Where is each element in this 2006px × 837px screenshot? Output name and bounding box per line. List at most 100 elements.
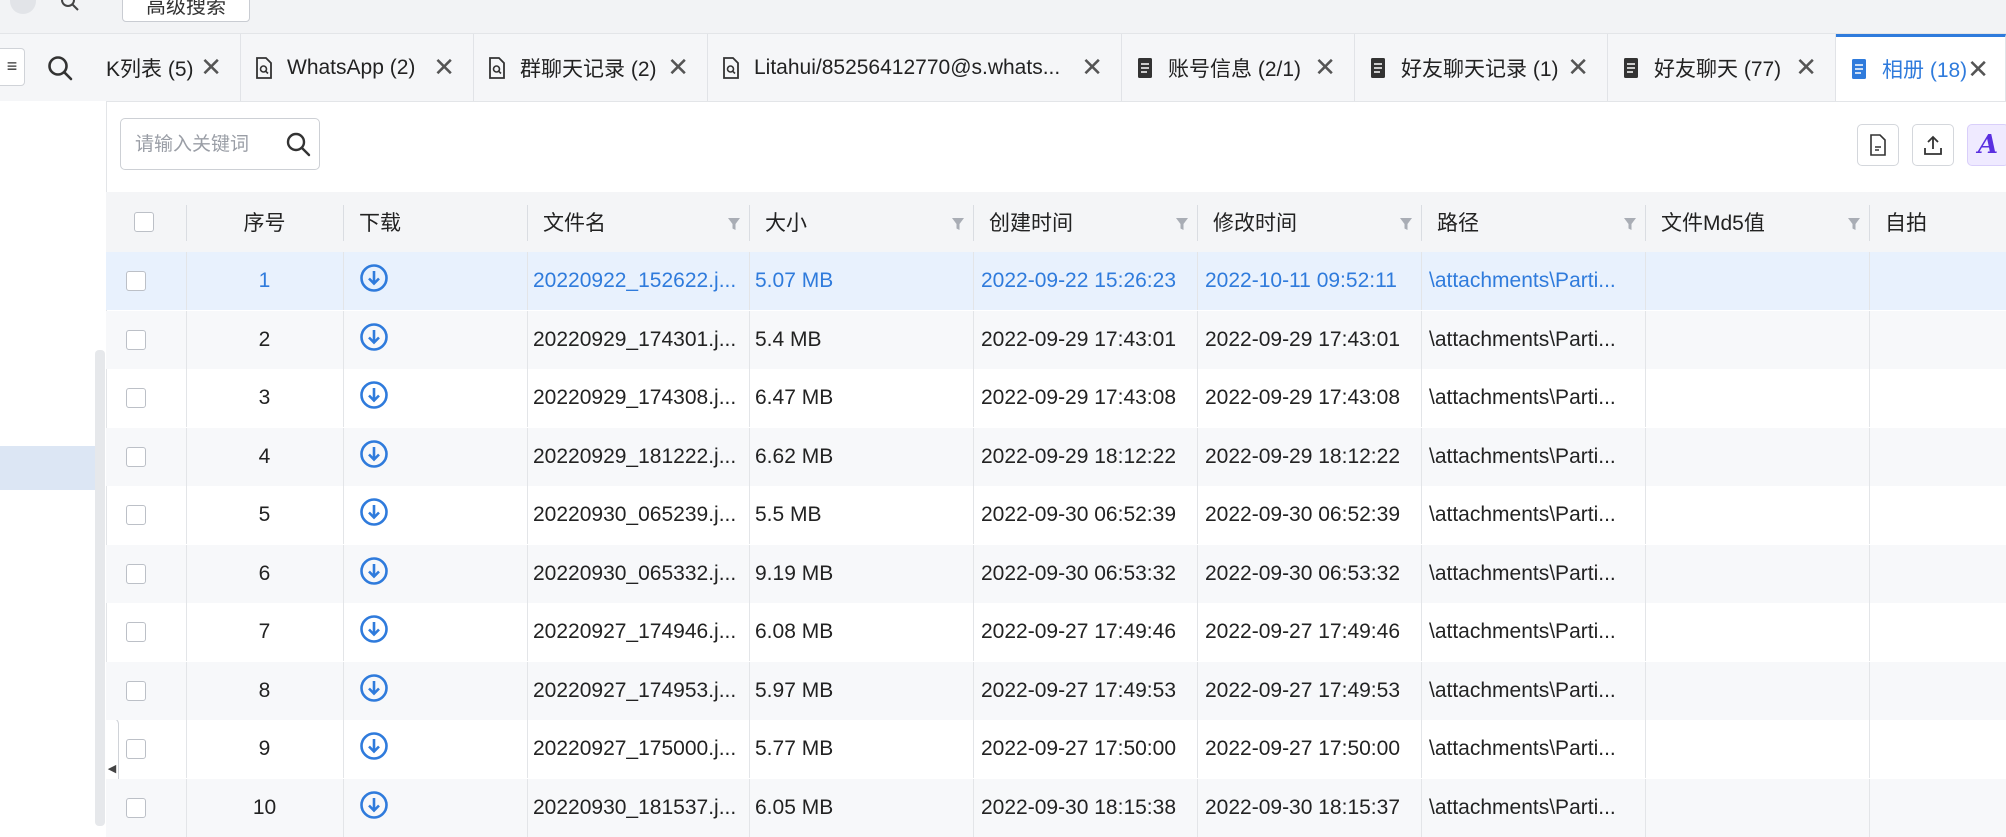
cell-modified: 2022-09-27 17:49:46 [1205, 620, 1400, 643]
cell-divider [1421, 369, 1422, 427]
download-icon[interactable] [359, 497, 389, 533]
tab-1[interactable]: K列表 (5) ✕ [96, 34, 241, 101]
filter-icon[interactable] [1847, 214, 1861, 238]
row-checkbox[interactable] [126, 622, 146, 642]
column-header-path[interactable]: 路径 [1421, 192, 1645, 252]
column-header-dl[interactable]: 下载 [343, 192, 527, 252]
download-icon[interactable] [359, 790, 389, 826]
tab-search-icon[interactable] [46, 54, 74, 82]
search-icon[interactable] [285, 131, 311, 157]
tab-2[interactable]: WhatsApp (2) ✕ [241, 34, 474, 101]
row-checkbox[interactable] [126, 680, 146, 701]
cell-selfie [1869, 369, 2006, 427]
cell-divider [749, 310, 750, 369]
cell-divider [186, 544, 187, 603]
cell-size: 5.77 MB [755, 737, 834, 760]
cell-divider [1197, 720, 1198, 778]
font-style-button[interactable]: A [1967, 124, 2006, 166]
close-icon[interactable]: ✕ [1314, 52, 1336, 83]
cell-idx: 3 [258, 386, 271, 409]
column-header-modified[interactable]: 修改时间 [1197, 192, 1421, 252]
download-icon[interactable] [359, 263, 389, 299]
table-row[interactable]: 5 20220930_065239.j... 5.5 MB 2022-09-30 06… [106, 486, 2006, 544]
tab-6[interactable]: 好友聊天记录 (1) ✕ [1355, 34, 1608, 101]
row-checkbox[interactable] [126, 329, 146, 350]
table-row[interactable]: 2 20220929_174301.j... 5.4 MB 2022-09-29 17… [106, 310, 2006, 369]
row-checkbox[interactable] [126, 505, 146, 525]
cell-selfie [1869, 428, 2006, 486]
table-row[interactable]: 3 20220929_174308.j... 6.47 MB 2022-09-29 1… [106, 369, 2006, 427]
filter-icon[interactable] [951, 214, 965, 238]
row-checkbox[interactable] [126, 388, 146, 408]
cell-divider [186, 310, 187, 369]
cell-divider [973, 486, 974, 544]
table-row[interactable]: 6 20220930_065332.j... 9.19 MB 2022-09-30 0… [106, 544, 2006, 603]
close-icon[interactable]: ✕ [1567, 52, 1589, 83]
column-header-selfie[interactable]: 自拍 [1869, 192, 2006, 252]
table-row[interactable]: 8 20220927_174953.j... 5.97 MB 2022-09-27 1… [106, 661, 2006, 720]
close-icon[interactable]: ✕ [1081, 52, 1103, 83]
close-icon[interactable]: ✕ [1967, 54, 1989, 85]
cell-divider [527, 369, 528, 427]
filter-icon[interactable] [1175, 214, 1189, 238]
table-row[interactable]: 9 20220927_175000.j... 5.77 MB 2022-09-27 1… [106, 720, 2006, 778]
cell-created: 2022-09-29 17:43:01 [981, 327, 1176, 351]
row-checkbox[interactable] [126, 797, 146, 818]
select-all-checkbox[interactable] [134, 212, 154, 232]
column-header-name[interactable]: 文件名 [527, 192, 749, 252]
cell-size: 5.97 MB [755, 678, 834, 702]
download-icon[interactable] [359, 614, 389, 650]
search-icon[interactable] [60, 0, 80, 12]
cell-size: 5.5 MB [755, 503, 822, 526]
table-row[interactable]: 7 20220927_174946.j... 6.08 MB 2022-09-27 1… [106, 603, 2006, 661]
row-checkbox[interactable] [126, 563, 146, 584]
tab-label: 好友聊天记录 (1) [1401, 57, 1559, 81]
download-icon[interactable] [359, 673, 389, 709]
row-checkbox[interactable] [126, 271, 146, 291]
cell-divider [1645, 778, 1646, 837]
keyword-search-box[interactable] [120, 118, 320, 170]
search-input[interactable] [133, 131, 277, 159]
tab-4[interactable]: Litahui/85256412770@s.whats... ✕ [708, 34, 1122, 101]
column-header-created[interactable]: 创建时间 [973, 192, 1197, 252]
cell-name: 20220930_181537.j... [533, 795, 737, 819]
menu-icon[interactable]: ≡ [0, 48, 25, 86]
filter-icon[interactable] [727, 214, 741, 238]
cell-modified: 2022-09-30 18:15:37 [1205, 795, 1400, 819]
row-checkbox[interactable] [126, 739, 146, 759]
table-row[interactable]: 1 20220922_152622.j... 5.07 MB 2022-09-22 1… [106, 252, 2006, 310]
cell-divider [186, 486, 187, 544]
tab-3[interactable]: 群聊天记录 (2) ✕ [474, 34, 708, 101]
column-header-idx[interactable]: 序号 [186, 192, 343, 252]
filter-icon[interactable] [1623, 214, 1637, 238]
export-pdf-button[interactable] [1857, 124, 1899, 166]
tab-5[interactable]: 账号信息 (2/1) ✕ [1122, 34, 1355, 101]
cell-divider [749, 661, 750, 720]
download-icon[interactable] [359, 731, 389, 767]
download-icon[interactable] [359, 322, 389, 358]
sidebar-scrollbar[interactable] [95, 350, 105, 826]
upload-button[interactable] [1912, 124, 1954, 166]
table-row[interactable]: 10 20220930_181537.j... 6.05 MB 2022-09-30 … [106, 778, 2006, 837]
cell-size: 6.08 MB [755, 620, 834, 643]
download-icon[interactable] [359, 556, 389, 592]
advanced-search-button[interactable]: 高级搜索 [122, 0, 250, 22]
tab-label: 账号信息 (2/1) [1168, 57, 1302, 81]
column-header-label: 文件名 [543, 212, 606, 235]
column-header-md5[interactable]: 文件Md5值 [1645, 192, 1869, 252]
cell-name: 20220930_065239.j... [533, 503, 737, 526]
table-row[interactable]: 4 20220929_181222.j... 6.62 MB 2022-09-29 1… [106, 427, 2006, 486]
cell-divider [1869, 661, 1870, 720]
close-icon[interactable]: ✕ [200, 52, 222, 83]
download-icon[interactable] [359, 439, 389, 475]
column-header-size[interactable]: 大小 [749, 192, 973, 252]
tab-8[interactable]: 相册 (18) ✕ [1836, 34, 2006, 101]
close-icon[interactable]: ✕ [1795, 52, 1817, 83]
tab-7[interactable]: 好友聊天 (77) ✕ [1608, 34, 1836, 101]
close-icon[interactable]: ✕ [433, 52, 455, 83]
sidebar-item-selected[interactable] [0, 446, 95, 490]
row-checkbox[interactable] [126, 446, 146, 467]
download-icon[interactable] [359, 380, 389, 416]
filter-icon[interactable] [1399, 214, 1413, 238]
close-icon[interactable]: ✕ [667, 52, 689, 83]
